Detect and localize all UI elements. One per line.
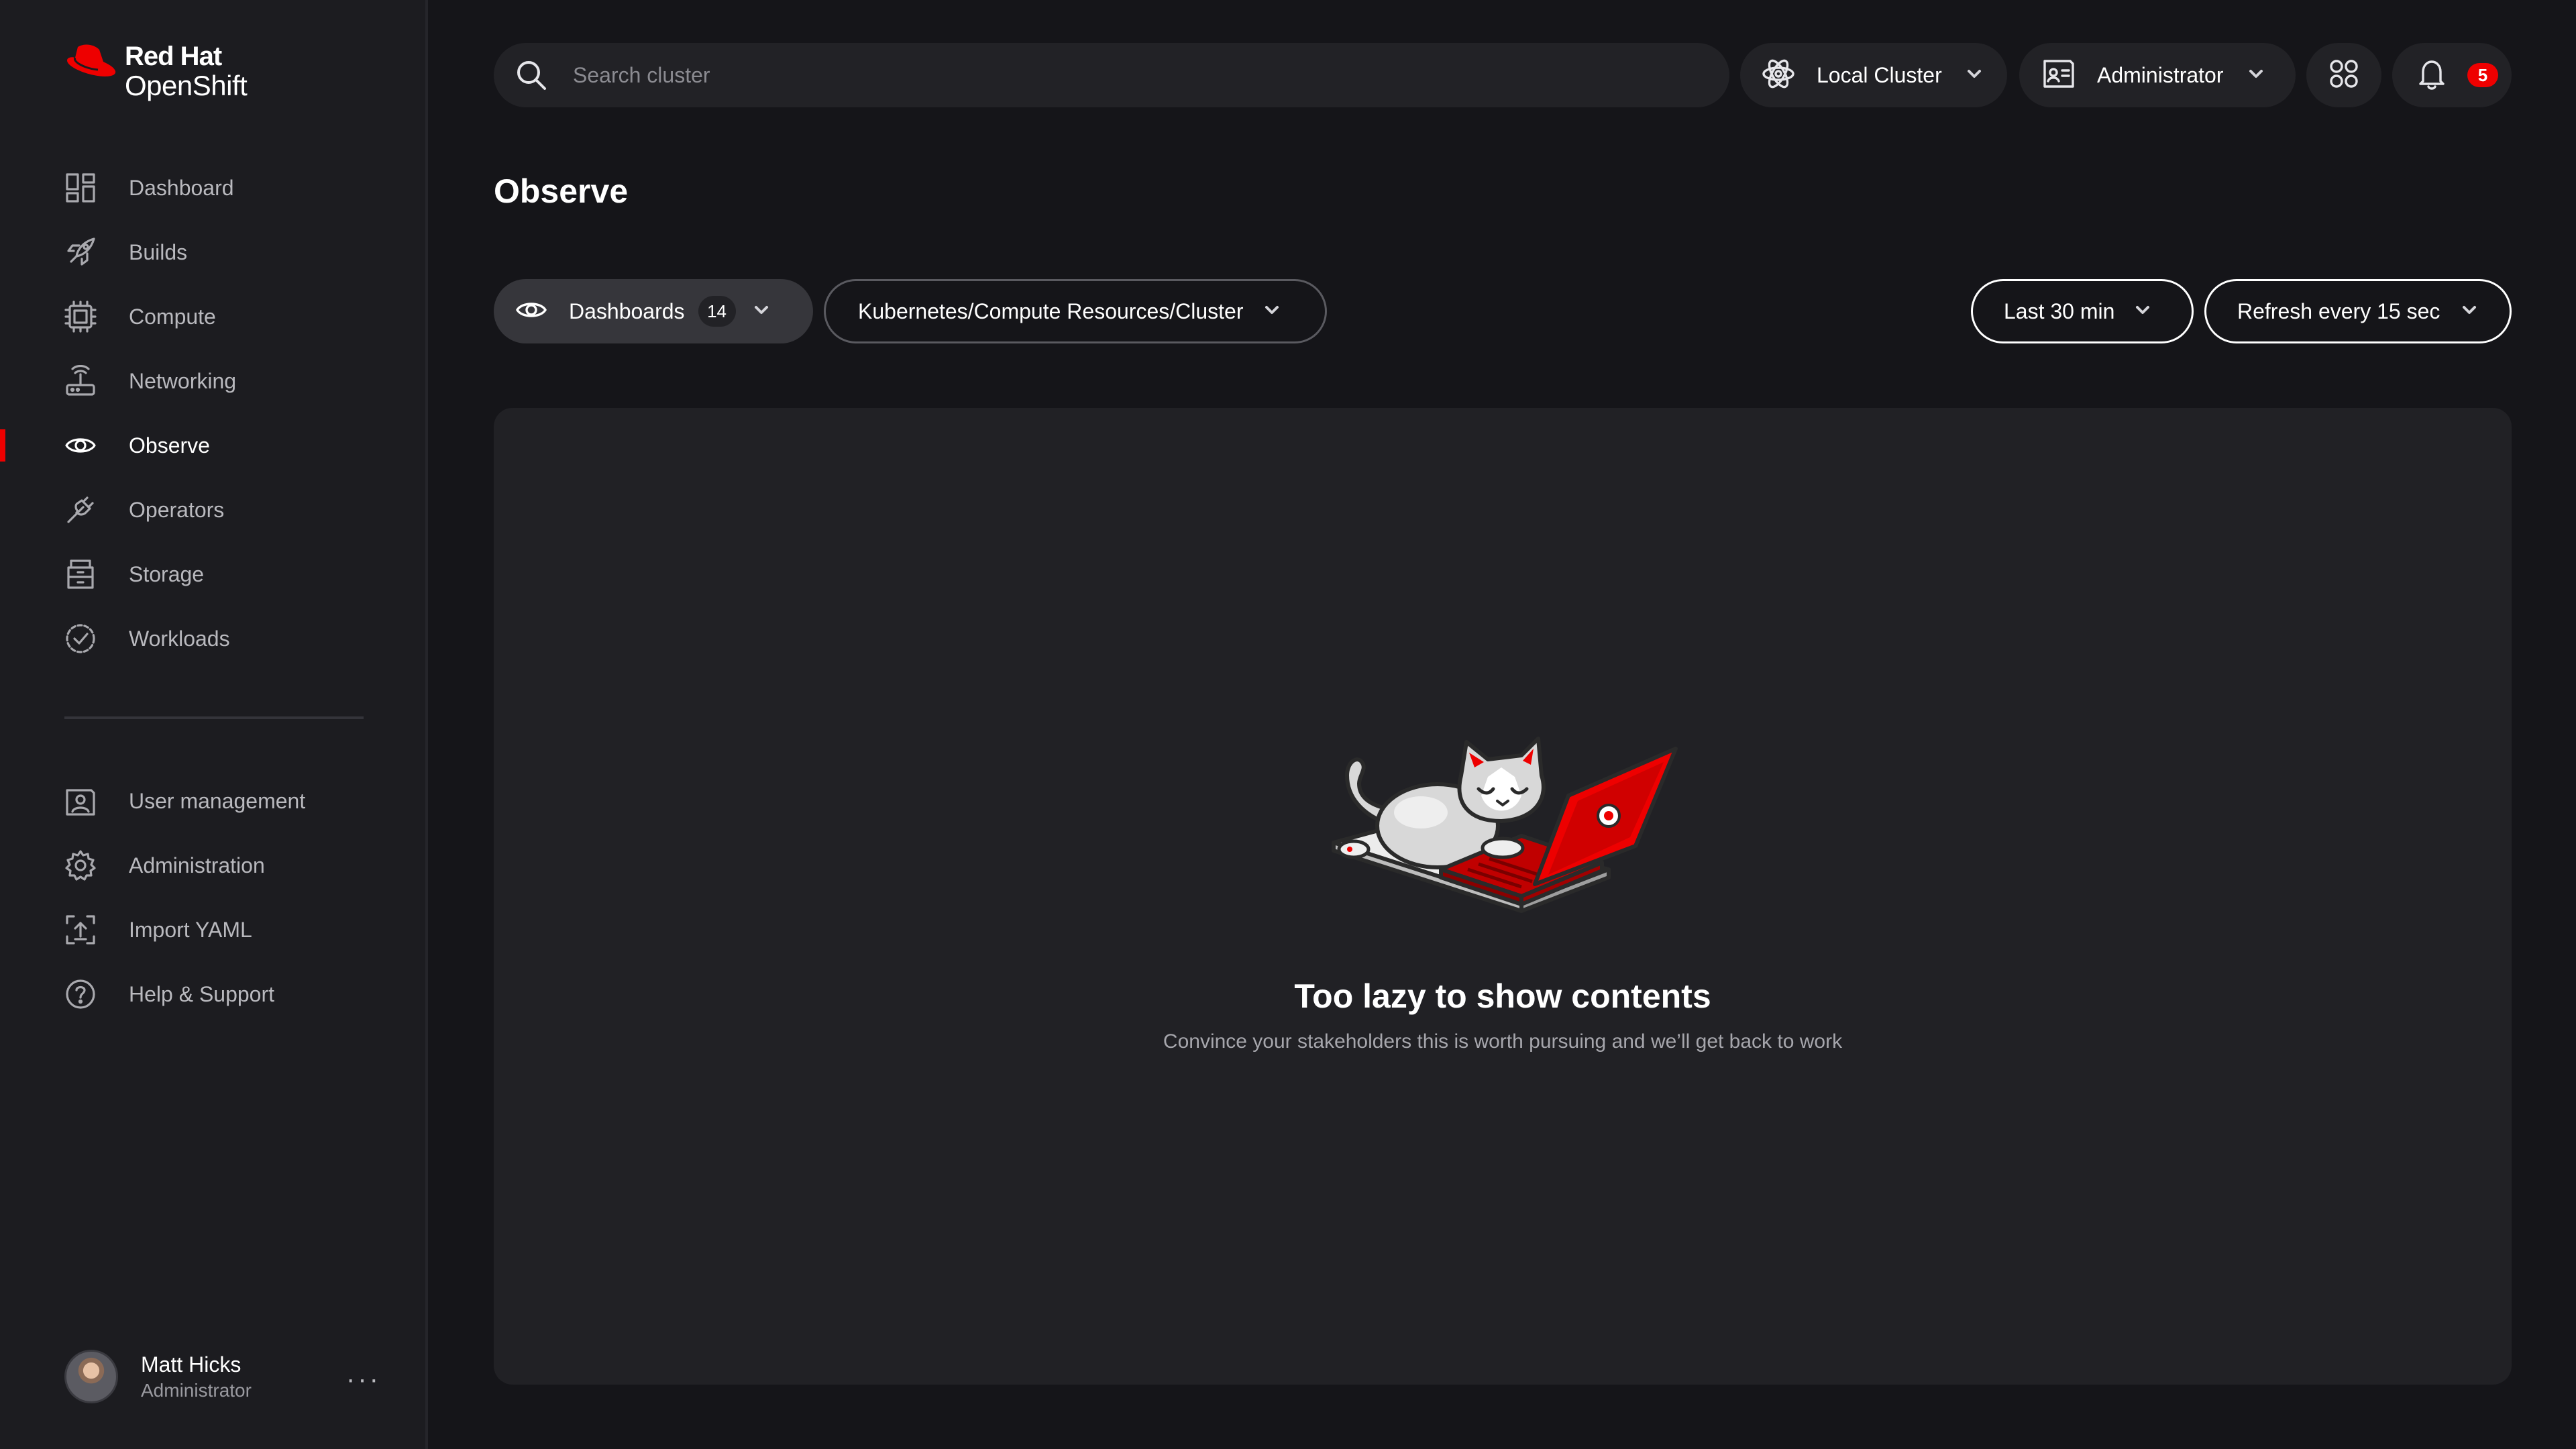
upload-icon	[64, 914, 97, 946]
sidebar-item-label: Compute	[129, 304, 216, 329]
dashboards-button[interactable]: Dashboards 14	[494, 279, 813, 343]
search-icon	[517, 61, 546, 90]
empty-state-subtitle: Convince your stakeholders this is worth…	[1163, 1030, 1843, 1053]
sidebar-item-label: Workloads	[129, 626, 230, 651]
search-input[interactable]	[573, 62, 1646, 88]
plug-icon	[64, 494, 97, 526]
sidebar-item-label: Networking	[129, 368, 237, 393]
sidebar-item-storage[interactable]: Storage	[0, 542, 425, 606]
help-icon	[64, 978, 97, 1010]
eye-icon	[515, 294, 547, 329]
dashboards-count-badge: 14	[698, 296, 736, 327]
sidebar-item-workloads[interactable]: Workloads	[0, 606, 425, 671]
sidebar-item-administration[interactable]: Administration	[0, 833, 425, 898]
dashboard-path: Kubernetes/Compute Resources/Cluster	[858, 299, 1244, 323]
bell-icon	[2414, 56, 2450, 95]
empty-state-title: Too lazy to show contents	[1294, 977, 1711, 1015]
time-range: Last 30 min	[2004, 299, 2115, 323]
sidebar-divider	[64, 716, 364, 719]
logo-line1: Red Hat	[125, 42, 222, 71]
page-title: Observe	[494, 172, 629, 210]
sidebar-item-user-management[interactable]: User management	[0, 769, 425, 833]
avatar	[64, 1350, 118, 1403]
cluster-name: Local Cluster	[1817, 62, 1942, 87]
router-icon	[64, 365, 97, 397]
refresh-interval-select[interactable]: Refresh every 15 sec	[2204, 279, 2512, 343]
sidebar-item-builds[interactable]: Builds	[0, 220, 425, 284]
sidebar-item-label: Observe	[129, 433, 210, 458]
eye-icon	[64, 429, 97, 462]
rocket-icon	[64, 236, 97, 268]
redhat-hat-icon	[67, 44, 116, 76]
sidebar-item-label: Operators	[129, 497, 225, 522]
search-bar[interactable]	[494, 43, 1729, 107]
notifications-button[interactable]: 5	[2392, 43, 2512, 107]
sidebar-item-label: Administration	[129, 853, 265, 877]
more-options-icon[interactable]: ···	[346, 1364, 381, 1395]
sidebar-item-networking[interactable]: Networking	[0, 349, 425, 413]
sidebar-item-observe[interactable]: Observe	[0, 413, 425, 478]
chevron-down-icon	[1965, 64, 1984, 87]
id-card-icon	[2041, 56, 2077, 95]
dashboard-panel: Too lazy to show contents Convince your …	[494, 408, 2512, 1385]
time-range-select[interactable]: Last 30 min	[1971, 279, 2194, 343]
role-selector[interactable]: Administrator	[2019, 43, 2296, 107]
sidebar-item-label: Dashboard	[129, 175, 234, 200]
chevron-down-icon	[2247, 64, 2265, 87]
sidebar-item-label: Help & Support	[129, 981, 275, 1006]
cluster-selector[interactable]: Local Cluster	[1740, 43, 2007, 107]
sidebar-item-dashboard[interactable]: Dashboard	[0, 156, 425, 220]
app: Red Hat OpenShift Dashboard Builds Compu…	[0, 0, 2576, 1449]
sidebar-item-label: Storage	[129, 561, 205, 586]
chevron-down-icon	[2460, 301, 2479, 323]
chevron-down-icon	[2133, 301, 2152, 323]
main-nav: Dashboard Builds Compute Networking Obse…	[0, 156, 425, 671]
check-circle-icon	[64, 623, 97, 655]
refresh-interval: Refresh every 15 sec	[2237, 299, 2440, 323]
sidebar-item-label: Import YAML	[129, 917, 252, 942]
user-profile[interactable]: Matt Hicks Administrator ···	[64, 1350, 378, 1403]
secondary-nav: User management Administration Import YA…	[0, 769, 425, 1026]
sidebar-item-label: User management	[129, 788, 306, 813]
logo-line2: OpenShift	[125, 70, 248, 101]
sleeping-cat-laptop-illustration	[1332, 737, 1678, 913]
redhat-openshift-logo[interactable]: Red Hat OpenShift	[64, 42, 248, 101]
user-role: Administrator	[141, 1379, 252, 1401]
chevron-down-icon	[752, 301, 771, 323]
atom-icon	[1760, 56, 1796, 95]
user-card-icon	[64, 785, 97, 817]
sidebar-item-compute[interactable]: Compute	[0, 284, 425, 349]
chip-icon	[64, 301, 97, 333]
sidebar-item-label: Builds	[129, 239, 188, 264]
grid-icon	[2326, 56, 2362, 95]
dashboard-icon	[64, 172, 97, 204]
role-name: Administrator	[2097, 62, 2224, 87]
chevron-down-icon	[1263, 301, 1281, 323]
user-name: Matt Hicks	[141, 1352, 241, 1377]
dashboard-path-select[interactable]: Kubernetes/Compute Resources/Cluster	[824, 279, 1327, 343]
app-launcher-button[interactable]	[2306, 43, 2381, 107]
sidebar-item-help-support[interactable]: Help & Support	[0, 962, 425, 1026]
notification-count-badge: 5	[2467, 63, 2498, 87]
sidebar-item-operators[interactable]: Operators	[0, 478, 425, 542]
dashboards-label: Dashboards	[569, 299, 685, 323]
storage-icon	[64, 558, 97, 590]
gear-icon	[64, 849, 97, 881]
sidebar: Red Hat OpenShift Dashboard Builds Compu…	[0, 0, 428, 1449]
sidebar-item-import-yaml[interactable]: Import YAML	[0, 898, 425, 962]
